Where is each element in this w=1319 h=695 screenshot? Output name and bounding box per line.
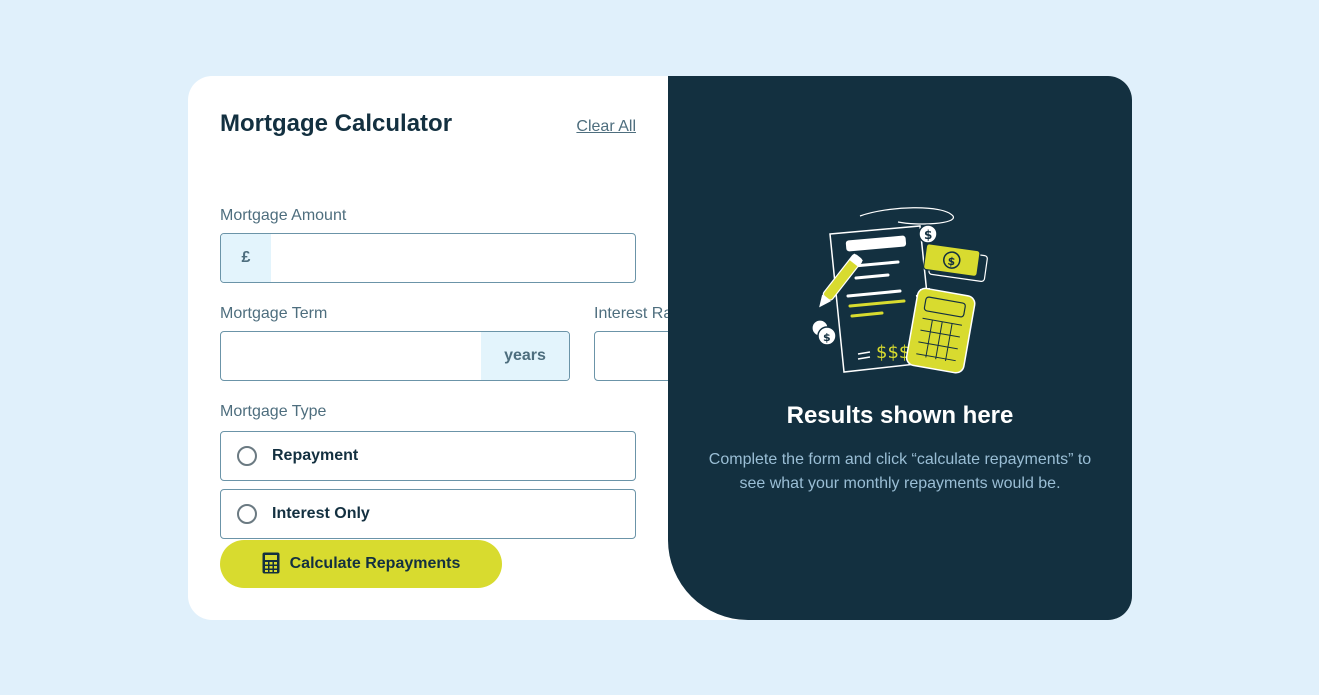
years-suffix: years — [481, 332, 569, 380]
results-description: Complete the form and click “calculate r… — [708, 451, 1092, 492]
results-title: Results shown here — [786, 402, 1014, 429]
calculate-repayments-button[interactable]: Calculate Repayments — [220, 540, 502, 588]
empty-results-illustration: $$$ $ $ $ — [808, 204, 998, 381]
mortgage-amount-label: Mortgage Amount — [220, 207, 347, 224]
page-title: Mortgage Calculator — [220, 110, 453, 137]
mortgage-amount-group: Mortgage Amount £ — [220, 205, 636, 283]
calculate-button-label: Calculate Repayments — [289, 555, 461, 572]
mortgage-type-group: Mortgage Type Repayment Interest Only — [220, 401, 636, 539]
svg-text:$$$: $$$ — [876, 342, 910, 363]
mortgage-calculator-card: Mortgage Calculator Clear All Mortgage A… — [188, 76, 1132, 620]
clear-all-link[interactable]: Clear All — [576, 118, 636, 136]
radio-label-interest-only: Interest Only — [272, 505, 370, 522]
form-header: Mortgage Calculator Clear All — [220, 108, 636, 168]
mortgage-term-field: years — [220, 331, 570, 381]
term-rate-row: Mortgage Term years Interest Rate % — [220, 303, 912, 381]
mortgage-term-input[interactable] — [221, 332, 481, 380]
mortgage-type-label: Mortgage Type — [220, 403, 327, 420]
mortgage-term-group: Mortgage Term years — [220, 303, 570, 381]
radio-label-repayment: Repayment — [272, 447, 359, 464]
results-pane: $$$ $ $ $ Results shown here Complete th… — [668, 76, 1132, 620]
mortgage-amount-input[interactable] — [271, 234, 635, 282]
radio-circle-icon[interactable] — [237, 504, 257, 524]
svg-text:$: $ — [823, 331, 831, 344]
radio-circle-icon[interactable] — [237, 446, 257, 466]
mortgage-term-label: Mortgage Term — [220, 305, 328, 322]
radio-option-interest-only[interactable]: Interest Only — [220, 489, 636, 539]
form-pane: Mortgage Calculator Clear All Mortgage A… — [188, 76, 912, 620]
svg-text:$: $ — [924, 228, 932, 242]
mortgage-amount-field: £ — [220, 233, 636, 283]
radio-option-repayment[interactable]: Repayment — [220, 431, 636, 481]
currency-prefix: £ — [221, 234, 271, 282]
calculator-icon — [262, 552, 280, 577]
